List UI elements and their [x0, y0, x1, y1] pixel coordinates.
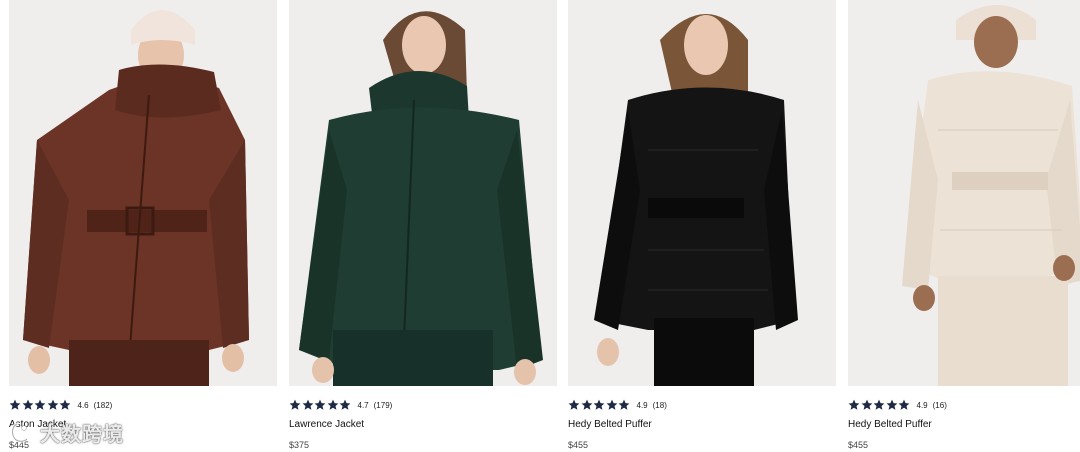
star-icon: [593, 399, 605, 410]
product-photo: [848, 0, 1080, 386]
star-icon: [9, 399, 21, 410]
rating-score: 4.6: [77, 400, 89, 410]
product-card[interactable]: 4.9 (16) Hedy Belted Puffer $455: [848, 0, 1080, 452]
product-photo: [289, 0, 557, 386]
product-image[interactable]: [848, 0, 1080, 386]
star-icon: [581, 399, 592, 410]
star-icon: [606, 399, 617, 410]
star-icon: [848, 399, 860, 410]
product-rating: 4.7 (179): [289, 398, 392, 412]
star-icon: [34, 399, 46, 410]
product-card[interactable]: 4.7 (179) Lawrence Jacket $375: [289, 0, 557, 452]
product-photo: [568, 0, 836, 386]
product-rating: 4.9 (16): [848, 398, 947, 412]
product-rating: 4.9 (18): [568, 398, 667, 412]
product-image[interactable]: [289, 0, 557, 386]
product-price: $375: [289, 440, 310, 450]
rating-stars: [289, 399, 352, 411]
star-icon: [873, 399, 885, 410]
rating-score: 4.9: [636, 400, 648, 410]
product-card[interactable]: 4.6 (182) Aston Jacket $445: [9, 0, 277, 452]
product-image[interactable]: [568, 0, 836, 386]
product-name[interactable]: Hedy Belted Puffer: [848, 419, 932, 430]
product-image[interactable]: [9, 0, 277, 386]
product-price: $455: [568, 440, 589, 450]
product-photo: [9, 0, 277, 386]
product-price: $455: [848, 440, 869, 450]
star-icon: [47, 399, 58, 410]
rating-stars: [568, 399, 631, 411]
star-icon: [59, 399, 71, 410]
star-icon: [22, 399, 33, 410]
rating-stars: [848, 399, 911, 411]
star-icon: [289, 399, 301, 410]
product-name[interactable]: Hedy Belted Puffer: [568, 419, 652, 430]
star-icon: [898, 399, 910, 410]
rating-score: 4.9: [916, 400, 928, 410]
product-price: $445: [9, 440, 30, 450]
rating-score: 4.7: [357, 400, 369, 410]
star-icon: [618, 399, 630, 410]
rating-stars: [9, 399, 72, 411]
product-rating: 4.6 (182): [9, 398, 112, 412]
star-icon: [568, 399, 580, 410]
star-icon: [302, 399, 313, 410]
star-icon: [314, 399, 326, 410]
review-count[interactable]: (182): [94, 401, 113, 410]
review-count[interactable]: (179): [374, 401, 393, 410]
star-icon: [886, 399, 897, 410]
review-count[interactable]: (16): [933, 401, 947, 410]
star-icon: [327, 399, 338, 410]
product-grid: 4.6 (182) Aston Jacket $445 4.7 (179) La…: [0, 0, 1080, 452]
product-name[interactable]: Aston Jacket: [9, 419, 66, 430]
star-icon: [339, 399, 351, 410]
product-card[interactable]: 4.9 (18) Hedy Belted Puffer $455: [568, 0, 836, 452]
review-count[interactable]: (18): [653, 401, 667, 410]
product-name[interactable]: Lawrence Jacket: [289, 419, 364, 430]
star-icon: [861, 399, 872, 410]
